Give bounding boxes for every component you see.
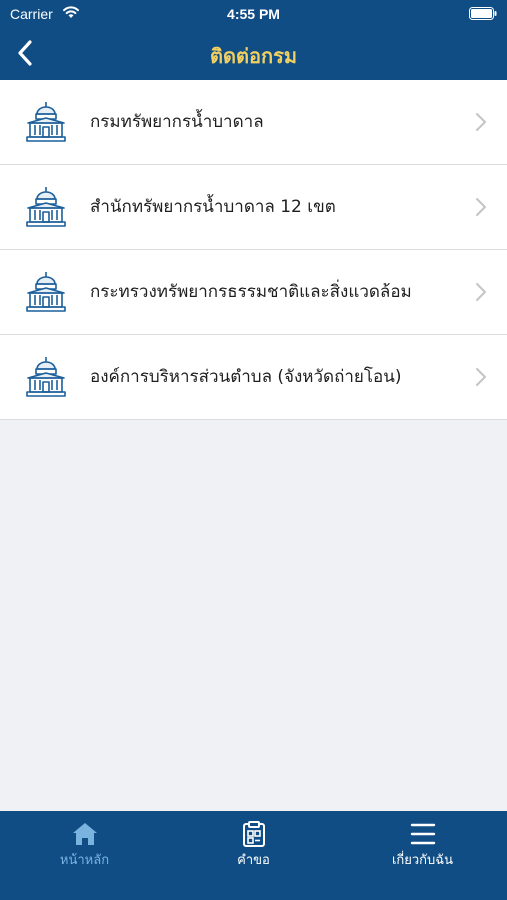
clipboard-icon: [242, 821, 265, 847]
chevron-right-icon: [476, 283, 486, 301]
list-item[interactable]: สำนักทรัพยากรน้ำบาดาล 12 เขต: [0, 165, 507, 250]
list-item-label: สำนักทรัพยากรน้ำบาดาล 12 เขต: [90, 197, 336, 217]
tab-label: เกี่ยวกับฉัน: [391, 853, 454, 868]
list-item[interactable]: กรมทรัพยากรน้ำบาดาล: [0, 80, 507, 165]
tab-label: คำขอ: [237, 853, 270, 868]
status-time: 4:55 PM: [227, 6, 280, 22]
navigation-bar: ติดต่อกรม: [0, 28, 507, 80]
tab-home[interactable]: หน้าหลัก: [0, 811, 169, 871]
list-item[interactable]: องค์การบริหารส่วนตำบล (จังหวัดถ่ายโอน): [0, 335, 507, 420]
government-building-icon: [26, 186, 66, 227]
government-building-icon: [26, 101, 66, 142]
chevron-right-icon: [476, 198, 486, 216]
header: Carrier 4:55 PM ติดต่อกรม: [0, 0, 507, 80]
list-item-label: องค์การบริหารส่วนตำบล (จังหวัดถ่ายโอน): [90, 367, 402, 387]
chevron-right-icon: [476, 368, 486, 386]
tab-about-me[interactable]: เกี่ยวกับฉัน: [338, 811, 507, 871]
government-building-icon: [26, 271, 66, 312]
page-title: ติดต่อกรม: [209, 44, 297, 68]
status-bar: Carrier 4:55 PM: [0, 0, 507, 28]
tab-bar: หน้าหลัก คำขอ เกี่ยวกับฉัน: [0, 811, 507, 900]
home-icon: [72, 823, 97, 845]
menu-icon: [410, 823, 435, 845]
list-item-label: กรมทรัพยากรน้ำบาดาล: [90, 112, 264, 132]
government-building-icon: [26, 356, 66, 397]
list-item[interactable]: กระทรวงทรัพยากรธรรมชาติและสิ่งแวดล้อม: [0, 250, 507, 335]
battery-icon: [469, 7, 497, 20]
chevron-right-icon: [476, 113, 486, 131]
department-list: กรมทรัพยากรน้ำบาดาล สำนักทรัพยากรน้ำบาดา…: [0, 80, 507, 420]
tab-label: หน้าหลัก: [59, 853, 110, 868]
list-item-label: กระทรวงทรัพยากรธรรมชาติและสิ่งแวดล้อม: [90, 282, 412, 302]
tab-requests[interactable]: คำขอ: [169, 811, 338, 871]
